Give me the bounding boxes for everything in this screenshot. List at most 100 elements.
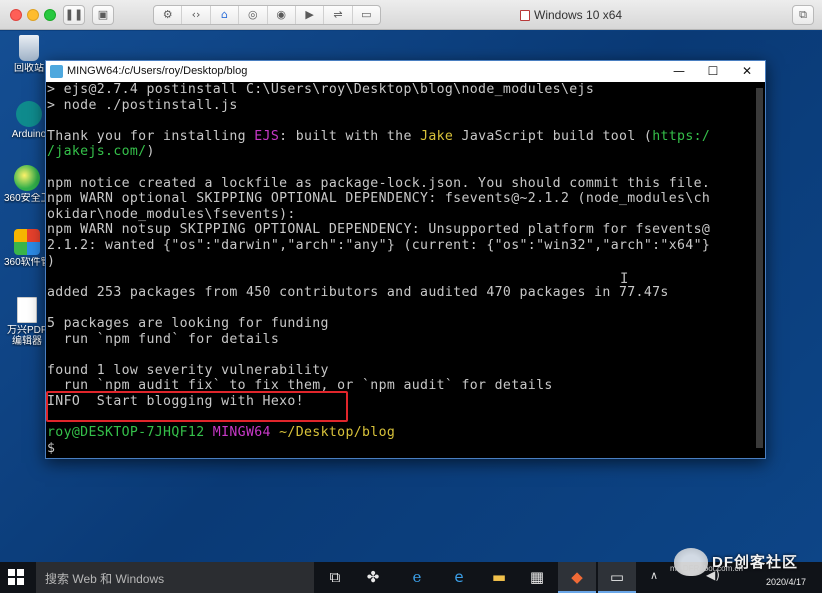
terminal-text-segment: > ejs@2.7.4 postinstall C:\Users\roy\Des… <box>47 82 595 97</box>
minimize-button[interactable]: — <box>662 61 696 82</box>
recycle-bin-icon <box>19 35 39 61</box>
terminal-line: npm WARN notsup SKIPPING OPTIONAL DEPEND… <box>47 222 754 238</box>
arduino-icon <box>16 101 42 127</box>
close-button[interactable]: ✕ <box>730 61 764 82</box>
share-icon[interactable]: ▭ <box>353 6 380 24</box>
desktop-icon-label: 万兴PDF编辑器 <box>7 325 47 347</box>
terminal-icon[interactable]: ▭ <box>598 562 636 593</box>
vm-title-text: Windows 10 x64 <box>534 8 623 22</box>
terminal-text-segment: $ <box>47 440 64 456</box>
terminal-title: MINGW64:/c/Users/roy/Desktop/blog <box>67 65 248 77</box>
terminal-text-segment: EJS <box>254 128 280 144</box>
text-cursor-icon: I <box>620 271 629 287</box>
windows-vm-icon <box>520 9 530 21</box>
vm-device-toolbar: ⚙ ‹› ⌂ ◎ ◉ ▶ ⇌ ▭ <box>153 5 381 25</box>
windows-logo-icon <box>8 569 15 576</box>
drive-icon[interactable]: ⌂ <box>211 6 240 24</box>
fullscreen-button[interactable]: ⧉ <box>792 5 814 25</box>
desktop-icon-360-software[interactable]: 360软件管家 <box>4 229 50 268</box>
terminal-text-segment: run `npm fund` for details <box>47 331 280 347</box>
terminal-line: roy@DESKTOP-7JHQF12 MINGW64 ~/Desktop/bl… <box>47 425 754 441</box>
terminal-text-segment: ) <box>47 253 56 269</box>
git-icon[interactable]: ◆ <box>558 562 596 593</box>
chevron-up-icon[interactable]: ∧ <box>650 569 658 582</box>
terminal-text-segment: https:/ <box>652 128 711 144</box>
terminal-window[interactable]: MINGW64:/c/Users/roy/Desktop/blog — ☐ ✕ … <box>45 60 766 459</box>
360-security-icon <box>14 165 40 191</box>
scrollbar-thumb[interactable] <box>756 88 763 448</box>
terminal-text-segment: > node ./postinstall.js <box>47 97 238 113</box>
terminal-text-segment: added 253 packages from 450 contributors… <box>47 284 669 300</box>
terminal-text-segment: MINGW64 <box>212 425 280 441</box>
terminal-line: npm notice created a lockfile as package… <box>47 176 754 192</box>
360-software-icon <box>14 229 40 255</box>
fan-app-icon[interactable]: ✤ <box>354 562 392 593</box>
terminal-text-segment: 5 packages are looking for funding <box>47 315 329 331</box>
taskbar: 搜索 Web 和 Windows ⧉ ✤ e e ▬ ▦ ◆ ▭ ∧ ◀) DF… <box>0 548 822 593</box>
taskbar-search-box[interactable]: 搜索 Web 和 Windows <box>36 562 314 593</box>
terminal-line: run `npm fund` for details <box>47 332 754 348</box>
terminal-line: 5 packages are looking for funding <box>47 316 754 332</box>
terminal-text-segment: Jake <box>420 128 454 144</box>
speaker-icon[interactable]: ◉ <box>268 6 296 24</box>
terminal-text-segment: ) <box>146 144 155 160</box>
terminal-text-segment: /jakejs.com/ <box>47 144 147 160</box>
task-view-icon[interactable]: ⧉ <box>316 562 354 593</box>
search-placeholder: 搜索 Web 和 Windows <box>45 572 165 586</box>
tray-clock[interactable]: 2020/4/17 <box>766 577 806 587</box>
terminal-line: added 253 packages from 450 contributors… <box>47 285 754 301</box>
minimize-traffic-light[interactable] <box>27 9 39 21</box>
desktop-icon-360-security[interactable]: 360安全卫士 <box>4 165 50 204</box>
terminal-line: 2.1.2: wanted {"os":"darwin","arch":"any… <box>47 238 754 254</box>
maximize-button[interactable]: ☐ <box>696 61 730 82</box>
start-button[interactable] <box>8 569 24 585</box>
terminal-text-segment: npm WARN optional SKIPPING OPTIONAL DEPE… <box>47 191 711 207</box>
highlight-annotation-box <box>46 391 348 422</box>
terminal-line: Thank you for installing EJS: built with… <box>47 129 754 145</box>
terminal-line: ) <box>47 254 754 270</box>
terminal-text-segment: : built with the <box>279 128 421 144</box>
desktop-icon-label: 360软件管家 <box>4 257 50 268</box>
internet-explorer-icon[interactable]: e <box>398 562 436 593</box>
wrench-icon[interactable]: ⚙ <box>154 6 183 24</box>
terminal-scrollbar[interactable] <box>754 82 765 458</box>
pdf-editor-icon <box>17 297 37 323</box>
edge-icon[interactable]: e <box>440 562 478 593</box>
terminal-line: /jakejs.com/) <box>47 144 754 160</box>
vm-toolbar: ❚❚ ▣ ⚙ ‹› ⌂ ◎ ◉ ▶ ⇌ ▭ Windows 10 x64 ⧉ <box>0 0 822 30</box>
terminal-line: $ <box>47 441 754 457</box>
watermark-url: mc.DFRobot.com.cn <box>670 564 743 573</box>
video-icon[interactable]: ▶ <box>296 6 325 24</box>
store-icon[interactable]: ▦ <box>518 562 556 593</box>
vm-title: Windows 10 x64 <box>520 8 622 22</box>
terminal-text-segment: Thank you for installing <box>47 128 255 144</box>
mingw-app-icon <box>50 65 63 78</box>
snapshot-button[interactable]: ▣ <box>92 5 114 25</box>
pause-vm-button[interactable]: ❚❚ <box>63 5 85 25</box>
file-explorer-icon[interactable]: ▬ <box>480 562 518 593</box>
code-icon[interactable]: ‹› <box>182 6 211 24</box>
terminal-line: found 1 low severity vulnerability <box>47 363 754 379</box>
system-tray: ∧ ◀) DF创客社区 mc.DFRobot.com.cn 2020/4/17 <box>648 548 822 593</box>
zoom-traffic-light[interactable] <box>44 9 56 21</box>
close-traffic-light[interactable] <box>10 9 22 21</box>
usb-icon[interactable]: ⇌ <box>324 6 353 24</box>
terminal-text-segment: npm WARN notsup SKIPPING OPTIONAL DEPEND… <box>47 222 711 238</box>
desktop-icon-pdf-editor[interactable]: 万兴PDF编辑器 <box>4 297 50 347</box>
terminal-text-segment: roy@DESKTOP-7JHQF12 <box>47 425 213 441</box>
terminal-text-segment: JavaScript build tool ( <box>453 128 653 144</box>
terminal-text-segment: 2.1.2: wanted {"os":"darwin","arch":"any… <box>47 237 711 253</box>
terminal-titlebar[interactable]: MINGW64:/c/Users/roy/Desktop/blog — ☐ ✕ <box>46 61 765 82</box>
terminal-text-segment: found 1 low severity vulnerability <box>47 362 329 378</box>
camera-icon[interactable]: ◎ <box>239 6 268 24</box>
terminal-line: > ejs@2.7.4 postinstall C:\Users\roy\Des… <box>47 82 754 98</box>
terminal-text-segment: okidar\node_modules\fsevents): <box>47 206 296 222</box>
terminal-line: okidar\node_modules\fsevents): <box>47 207 754 223</box>
terminal-text-segment: npm notice created a lockfile as package… <box>47 175 711 191</box>
watermark-logo: DF创客社区 mc.DFRobot.com.cn <box>670 548 820 576</box>
